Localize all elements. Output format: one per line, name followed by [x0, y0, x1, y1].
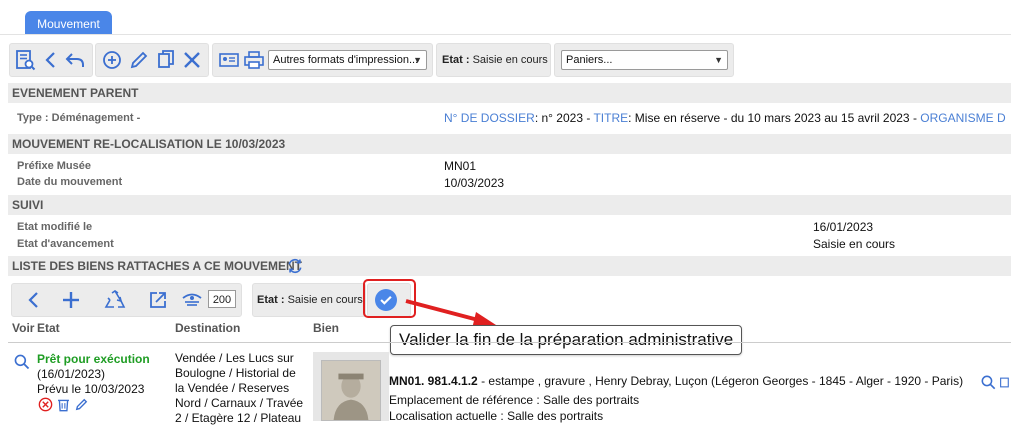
row-status: Prêt pour exécution: [37, 352, 150, 366]
list-status-value: Saisie en cours: [287, 294, 363, 306]
parent-type: Type : Déménagement -: [17, 112, 141, 124]
organisme-link[interactable]: ORGANISME D: [920, 111, 1005, 125]
row-planned: Prévu le 10/03/2023: [37, 382, 145, 396]
item-description: - estampe , gravure , Henry Debray, Luço…: [477, 374, 964, 388]
modified-label: Etat modifié le: [17, 221, 93, 233]
items-list-title: LISTE DES BIENS RATTACHES A CE MOUVEMENT: [12, 259, 303, 273]
validate-tooltip: Valider la fin de la préparation adminis…: [390, 325, 743, 355]
destination-line: la Vendée / Reserves: [175, 381, 290, 395]
progress-value: Saisie en cours: [813, 237, 896, 251]
date-label: Date du mouvement: [17, 176, 123, 188]
copy-icon[interactable]: [155, 49, 177, 71]
item-id: MN01. 981.4.1.2: [389, 374, 478, 388]
search-list-icon[interactable]: [14, 49, 36, 71]
add-icon[interactable]: [60, 289, 82, 311]
section-items-list: LISTE DES BIENS RATTACHES A CE MOUVEMENT: [8, 256, 1011, 276]
chevron-down-icon: ▼: [413, 55, 422, 65]
trash-icon[interactable]: [56, 397, 71, 412]
dossier-link[interactable]: N° DE DOSSIER: [444, 111, 535, 125]
refresh-icon[interactable]: [286, 257, 304, 275]
section-parent-event: EVENEMENT PARENT: [8, 83, 1011, 103]
back-icon[interactable]: [40, 49, 62, 71]
print-formats-value: Autres formats d'impression...: [273, 54, 419, 66]
status-value: Saisie en cours: [472, 54, 548, 66]
toolbar-status: Etat : Saisie en cours: [442, 54, 548, 66]
item-title: MN01. 981.4.1.2 - estampe , gravure , He…: [389, 374, 963, 388]
row-status-date: (16/01/2023): [37, 367, 106, 381]
status-label: Etat :: [442, 54, 470, 66]
date-value: 10/03/2023: [444, 176, 505, 190]
add-icon[interactable]: [101, 49, 123, 71]
external-link-icon[interactable]: [147, 289, 169, 311]
item-ref-location: Emplacement de référence : Salle des por…: [389, 393, 640, 407]
count-field[interactable]: 200: [208, 290, 236, 308]
list-status: Etat : Saisie en cours: [257, 294, 363, 306]
row-destination: Vendée / Les Lucs sur Boulogne / Histori…: [175, 351, 310, 426]
list-status-label: Etat :: [257, 294, 285, 306]
chevron-down-icon: ▼: [714, 55, 723, 65]
destination-line: Boulogne / Historial de: [175, 366, 296, 380]
prefix-label: Préfixe Musée: [17, 160, 91, 172]
back-icon[interactable]: [23, 289, 45, 311]
view-icon[interactable]: [181, 289, 203, 311]
portrait-image: [321, 360, 381, 421]
destination-line: 2 / Etagère 12 / Plateau: [175, 411, 302, 425]
prefix-value: MN01: [444, 159, 477, 173]
parent-dossier: N° DE DOSSIER: n° 2023 - TITRE: Mise en …: [444, 111, 1006, 125]
titre-link[interactable]: TITRE: [593, 111, 628, 125]
section-suivi: SUIVI: [8, 195, 1011, 215]
dossier-value: : n° 2023 -: [534, 111, 591, 125]
cancel-icon[interactable]: [38, 397, 53, 412]
portrait-sketch-icon: [333, 373, 369, 420]
tab-underline: [0, 34, 1011, 35]
edit-icon[interactable]: [128, 49, 150, 71]
export-icon[interactable]: [999, 374, 1011, 391]
print-formats-select[interactable]: Autres formats d'impression... ▼: [268, 50, 427, 70]
id-card-icon[interactable]: [218, 49, 240, 71]
undo-icon[interactable]: [64, 49, 86, 71]
col-etat: Etat: [37, 321, 60, 335]
edit-icon[interactable]: [74, 397, 89, 412]
printer-icon[interactable]: [243, 49, 265, 71]
tab-mouvement[interactable]: Mouvement: [25, 11, 112, 35]
recycle-icon[interactable]: [104, 289, 126, 311]
modified-value: 16/01/2023: [813, 220, 874, 234]
delete-icon[interactable]: [181, 49, 203, 71]
col-voir: Voir: [12, 321, 35, 335]
header-divider: [8, 342, 1011, 343]
progress-label: Etat d'avancement: [17, 238, 114, 250]
search-icon[interactable]: [13, 353, 31, 371]
titre-value: : Mise en réserve - du 10 mars 2023 au 1…: [628, 111, 917, 125]
col-destination: Destination: [175, 321, 241, 335]
destination-line: Nord / Carnaux / Travée: [175, 396, 304, 410]
section-movement: MOUVEMENT RE-LOCALISATION LE 10/03/2023: [8, 134, 1011, 154]
destination-line: Vendée / Les Lucs sur: [175, 351, 294, 365]
baskets-value: Paniers...: [566, 54, 613, 66]
baskets-select[interactable]: Paniers... ▼: [561, 50, 728, 70]
col-bien: Bien: [313, 321, 340, 335]
search-icon[interactable]: [980, 374, 997, 391]
